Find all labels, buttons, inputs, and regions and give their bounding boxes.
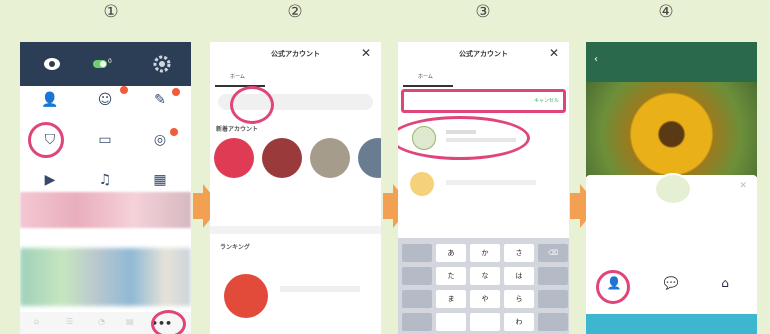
grid-item-line-pay[interactable]: ▭	[77, 130, 133, 166]
divider	[210, 226, 381, 234]
keyboard: あ か さ ⌫ た な は ま や ら わ	[398, 238, 569, 334]
highlight-search-bar	[401, 89, 566, 113]
grid-item-add-friend[interactable]: 👤	[22, 90, 78, 126]
active-tab-indicator	[403, 85, 453, 87]
tab-home[interactable]: ホーム	[230, 73, 245, 80]
ranking-thumbnail[interactable]	[224, 274, 268, 318]
keyboard-key[interactable]	[402, 244, 432, 262]
news-icon: ▦	[153, 172, 167, 188]
step-number-4: ④	[658, 2, 674, 22]
card-icon: ▭	[98, 132, 112, 148]
keyboard-key[interactable]	[538, 290, 568, 308]
header: 公式アカウント ✕	[398, 42, 569, 68]
nav-home[interactable]: ⌂	[710, 276, 740, 290]
account-logo	[654, 173, 692, 205]
keyboard-key[interactable]	[470, 313, 500, 331]
result-thumbnail[interactable]	[410, 172, 434, 196]
music-icon: ♫	[98, 172, 112, 188]
timeline-tab-icon[interactable]: ◔	[98, 317, 105, 326]
section-ranking: ランキング	[220, 244, 250, 251]
toggle-icon[interactable]: 0	[92, 54, 112, 74]
keyboard-key[interactable]: や	[470, 290, 500, 308]
keyboard-key[interactable]	[402, 313, 432, 331]
chat-bubble-icon: 💬	[663, 276, 679, 290]
coin-icon: ◎	[153, 132, 167, 148]
grid-item-point[interactable]: ◎	[132, 130, 188, 166]
panel-account-profile: ‹ ✕ 👤 💬 ⌂	[586, 42, 757, 334]
keyboard-key[interactable]	[538, 313, 568, 331]
close-icon[interactable]: ✕	[549, 46, 559, 60]
badge-dot	[170, 128, 178, 136]
highlight-more-button	[151, 310, 186, 334]
nav-chat[interactable]: 💬	[656, 276, 686, 290]
step-number-1: ①	[103, 2, 119, 22]
keyboard-key[interactable]: ま	[436, 290, 466, 308]
badge-dot	[172, 88, 180, 96]
step-number-3: ③	[475, 2, 491, 22]
account-thumbnail[interactable]	[310, 138, 350, 178]
back-icon[interactable]: ‹	[594, 54, 598, 65]
keyboard-key[interactable]: ⌫	[538, 244, 568, 262]
tab-home[interactable]: ホーム	[418, 73, 433, 80]
smiley-icon: ☺	[97, 92, 113, 108]
panel-home-menu: 0 👤 ☺ ✎ ⛉ ▭ ◎ ▶ ♫ ▦ ⌂ ☰ ◔ ▤ •••	[20, 42, 191, 334]
panel-official-accounts: 公式アカウント ✕ ホーム 新着アカウント ランキング	[210, 42, 381, 334]
play-icon: ▶	[44, 172, 56, 188]
section-new-accounts: 新着アカウント	[216, 126, 259, 133]
home-icon: ⌂	[721, 276, 729, 290]
keyboard-key[interactable]	[538, 267, 568, 285]
header-title: 公式アカウント	[459, 50, 508, 58]
grid-item-theme-shop[interactable]: ✎	[132, 90, 188, 126]
gear-icon[interactable]	[152, 54, 172, 74]
keyboard-key[interactable]: わ	[504, 313, 534, 331]
brush-icon: ✎	[154, 92, 166, 108]
close-icon[interactable]: ✕	[361, 46, 371, 60]
keyboard-key[interactable]: あ	[436, 244, 466, 262]
ranking-text-blurred	[280, 286, 360, 292]
top-ribbon: 0	[20, 42, 191, 86]
keyboard-key[interactable]	[402, 290, 432, 308]
svg-text:0: 0	[108, 58, 112, 65]
keyboard-key[interactable]	[436, 313, 466, 331]
account-thumbnail[interactable]	[262, 138, 302, 178]
keyboard-key[interactable]: ら	[504, 290, 534, 308]
bottom-banner[interactable]	[586, 314, 757, 334]
keyboard-key[interactable]: は	[504, 267, 534, 285]
highlight-add-friend	[596, 270, 630, 304]
home-tab-icon[interactable]: ⌂	[34, 317, 39, 326]
close-icon[interactable]: ✕	[739, 181, 747, 191]
header-title: 公式アカウント	[271, 50, 320, 58]
content-blurred	[20, 248, 191, 306]
keyboard-key[interactable]: か	[470, 244, 500, 262]
step-number-2: ②	[287, 2, 303, 22]
badge-dot	[120, 86, 128, 94]
sunflower-cover-image	[586, 82, 757, 177]
chat-icon[interactable]	[42, 54, 62, 74]
profile-top-bar: ‹	[586, 42, 757, 82]
result-text-blurred	[446, 180, 536, 185]
highlight-official-account	[28, 122, 64, 158]
chat-tab-icon[interactable]: ☰	[66, 317, 73, 326]
banner-blurred	[20, 192, 191, 228]
account-thumbnail[interactable]	[214, 138, 254, 178]
keyboard-key[interactable]: な	[470, 267, 500, 285]
keyboard-key[interactable]	[402, 267, 432, 285]
news-tab-icon[interactable]: ▤	[126, 317, 134, 326]
keyboard-key[interactable]: さ	[504, 244, 534, 262]
account-thumbnail[interactable]	[358, 138, 381, 178]
highlight-search-result	[398, 116, 530, 160]
panel-search-results: 公式アカウント ✕ ホーム キャンセル あ か さ ⌫ た な は ま や ら …	[398, 42, 569, 334]
keyboard-key[interactable]: た	[436, 267, 466, 285]
grid-item-sticker-shop[interactable]: ☺	[77, 90, 133, 126]
person-add-icon: 👤	[41, 92, 59, 108]
highlight-search-input	[230, 86, 274, 124]
header: 公式アカウント ✕	[210, 42, 381, 68]
